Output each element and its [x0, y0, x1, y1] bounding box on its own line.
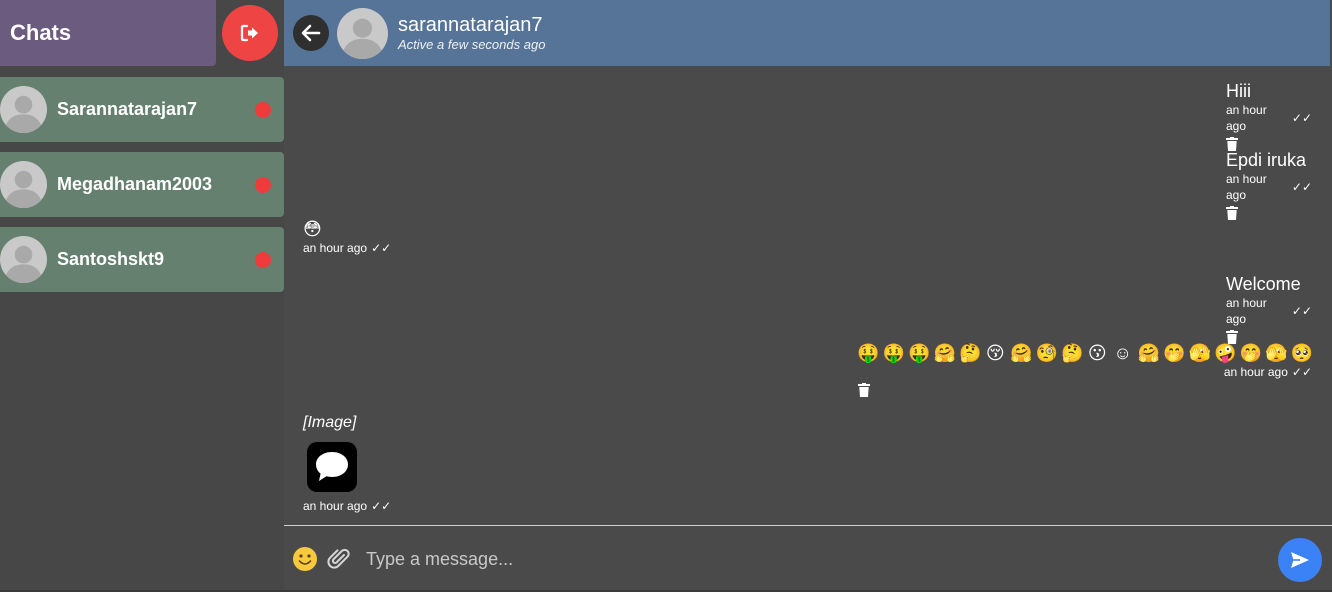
emoji: 🤔	[1061, 343, 1084, 363]
message-text: [Image]	[303, 414, 357, 431]
emoji: 🥺	[1290, 343, 1313, 363]
message-composer	[284, 526, 1332, 592]
chat-bubble-icon	[316, 452, 348, 481]
avatar[interactable]	[337, 7, 388, 59]
logout-icon	[240, 24, 258, 42]
emoji: 🤗	[933, 343, 956, 363]
message-meta: an hour ago ✓✓	[303, 240, 391, 256]
chat-partner-status: Active a few seconds ago	[398, 37, 546, 52]
message-time: an hour ago	[1226, 103, 1267, 133]
emoji: 🤑	[882, 343, 905, 363]
paperclip-icon[interactable]	[326, 546, 352, 572]
message-text: Epdi iruka	[1226, 150, 1307, 170]
send-button[interactable]	[1278, 538, 1322, 582]
trash-icon[interactable]	[858, 383, 870, 397]
read-ticks-icon: ✓✓	[1291, 365, 1312, 379]
status-dot	[255, 101, 271, 118]
contact-name: Sarannatarajan7	[57, 99, 198, 119]
message-time: an hour ago	[303, 241, 368, 255]
contact-item[interactable]: Santoshskt9	[0, 227, 284, 292]
contact-item[interactable]: Megadhanam2003	[0, 152, 284, 217]
emoji: 🫣	[1265, 343, 1288, 363]
message-input[interactable]	[366, 539, 1246, 579]
emoji: 😚	[985, 343, 1005, 363]
header-info: sarannatarajan7 Active a few seconds ago	[398, 13, 545, 53]
emoji: 🤭	[1239, 343, 1262, 363]
read-ticks-icon: ✓✓	[1291, 111, 1312, 125]
message-bubble: Welcome an hour ago ✓✓	[1226, 273, 1312, 344]
message-bubble: 🤑 🤑 🤑 🤗 🤔 😚 🤗 🧐 🤔 😗 ☺ 🤗 🤭 🫣 🤪 🤭 🫣 🥺 an h…	[857, 342, 1313, 397]
chat-header: sarannatarajan7 Active a few seconds ago	[284, 0, 1330, 66]
message-bubble: [Image] an hour ago ✓✓	[303, 412, 391, 514]
sidebar-title: Chats	[10, 20, 72, 45]
emoji: 🤭	[1163, 343, 1186, 363]
message-bubble: Epdi iruka an hour ago ✓✓	[1226, 149, 1312, 220]
send-icon	[1291, 552, 1309, 568]
read-ticks-icon: ✓✓	[371, 241, 392, 255]
message-meta: an hour ago ✓✓	[303, 498, 391, 514]
back-button[interactable]	[293, 15, 329, 51]
message-meta: an hour ago ✓✓	[1226, 295, 1312, 327]
message-text: Welcome	[1226, 274, 1301, 294]
status-dot	[255, 176, 271, 193]
emoji: 🤗	[1010, 343, 1033, 363]
emoji-icon[interactable]	[292, 546, 318, 572]
contact-name: Santoshskt9	[57, 249, 165, 269]
emoji: 🧐	[1035, 343, 1058, 363]
emoji: 🫣	[1188, 343, 1211, 363]
avatar-icon	[0, 161, 47, 208]
message-time: an hour ago	[1226, 172, 1267, 202]
read-ticks-icon: ✓✓	[371, 499, 392, 513]
read-ticks-icon: ✓✓	[1291, 304, 1312, 318]
message-time: an hour ago	[1226, 296, 1267, 326]
logout-button[interactable]	[222, 5, 278, 61]
contact-name: Megadhanam2003	[57, 174, 213, 194]
read-ticks-icon: ✓✓	[1291, 180, 1312, 194]
emoji: 🤔	[959, 343, 982, 363]
emoji: ☺	[1113, 343, 1132, 363]
emoji-message: 🤑 🤑 🤑 🤗 🤔 😚 🤗 🧐 🤔 😗 ☺ 🤗 🤭 🫣 🤪 🤭 🫣 🥺	[857, 342, 1313, 364]
message-time: an hour ago	[303, 499, 368, 513]
message-meta: an hour ago ✓✓	[857, 364, 1312, 380]
avatar-icon	[0, 86, 47, 133]
message-time: an hour ago	[1223, 365, 1288, 379]
image-attachment[interactable]	[307, 442, 357, 492]
message-meta: an hour ago ✓✓	[1226, 102, 1312, 134]
contact-item[interactable]: Sarannatarajan7	[0, 77, 284, 142]
message-bubble: Hiii an hour ago ✓✓	[1226, 80, 1312, 151]
message-meta: an hour ago ✓✓	[1226, 171, 1312, 203]
message-bubble: 😳 an hour ago ✓✓	[303, 218, 391, 256]
emoji: 🤑	[908, 343, 931, 363]
emoji: 🤑	[857, 343, 880, 363]
status-dot	[255, 251, 271, 268]
message-text: 😳	[303, 219, 322, 239]
trash-icon[interactable]	[1226, 206, 1238, 220]
chat-partner-name: sarannatarajan7	[398, 14, 543, 36]
emoji: 🤗	[1137, 343, 1160, 363]
emoji: 🤪	[1214, 343, 1237, 363]
emoji: 😗	[1087, 343, 1107, 363]
sidebar: Chats Sarannatarajan7 Megadhanam2003 San…	[0, 0, 284, 592]
avatar-icon	[0, 236, 47, 283]
arrow-left-icon	[301, 24, 321, 42]
message-text: Hiii	[1226, 81, 1251, 101]
chats-header: Chats	[0, 0, 216, 66]
